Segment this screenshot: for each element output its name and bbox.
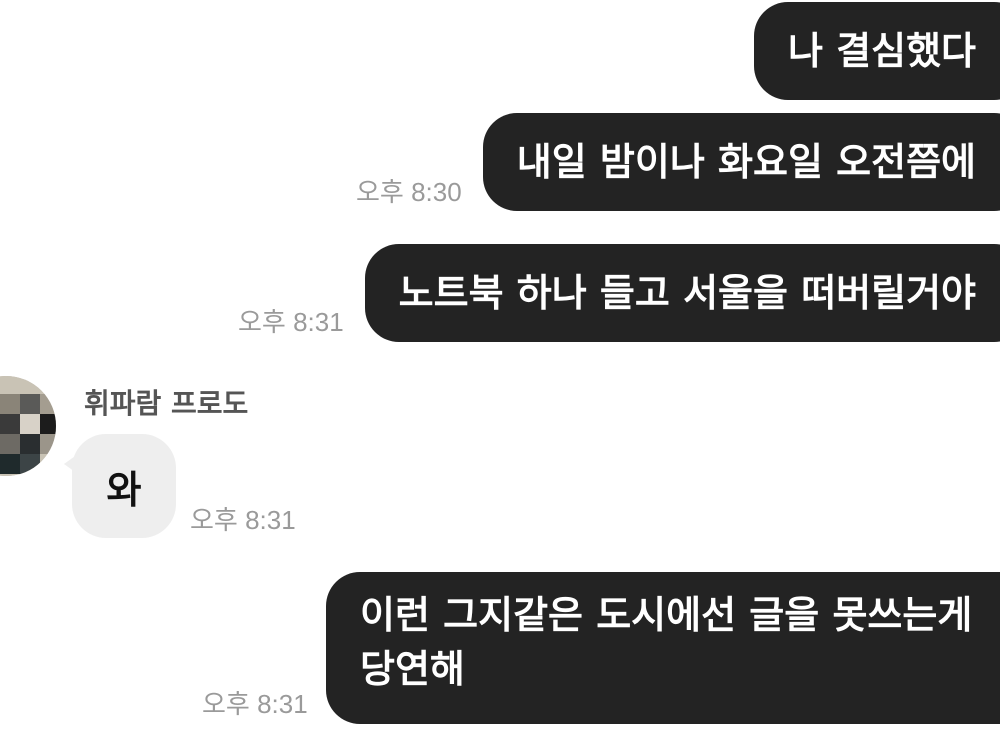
message-timestamp: 오후 8:31	[202, 689, 308, 719]
message-bubble-outgoing[interactable]: 이런 그지같은 도시에선 글을 못쓰는게 당연해	[326, 572, 1000, 724]
message-timestamp: 오후 8:31	[190, 505, 296, 535]
sender-name: 휘파람 프로도	[84, 387, 249, 420]
message-text: 나 결심했다	[787, 29, 976, 73]
message-bubble-outgoing[interactable]: 나 결심했다	[753, 2, 1000, 100]
message-text: 내일 밤이나 화요일 오전쯤에	[516, 140, 976, 184]
friend-avatar[interactable]	[0, 376, 56, 476]
message-text: 노트북 하나 들고 서울을 떠버릴거야	[398, 271, 976, 315]
message-bubble-outgoing[interactable]: 노트북 하나 들고 서울을 떠버릴거야	[364, 244, 1000, 342]
message-timestamp: 오후 8:30	[356, 177, 462, 207]
message-bubble-outgoing[interactable]: 내일 밤이나 화요일 오전쯤에	[482, 113, 1000, 211]
message-timestamp: 오후 8:31	[238, 307, 344, 337]
chat-window: 나 결심했다 내일 밤이나 화요일 오전쯤에 오후 8:30 노트북 하나 들고…	[0, 0, 1000, 756]
bubble-tail	[64, 454, 78, 474]
message-text: 와	[106, 467, 142, 512]
message-bubble-incoming[interactable]: 와	[64, 434, 176, 538]
message-text-line: 당연해	[360, 647, 465, 691]
message-text: 이런 그지같은 도시에선 글을 못쓰는게 당연해	[360, 588, 972, 696]
message-text-line: 이런 그지같은 도시에선 글을 못쓰는게	[360, 593, 973, 637]
